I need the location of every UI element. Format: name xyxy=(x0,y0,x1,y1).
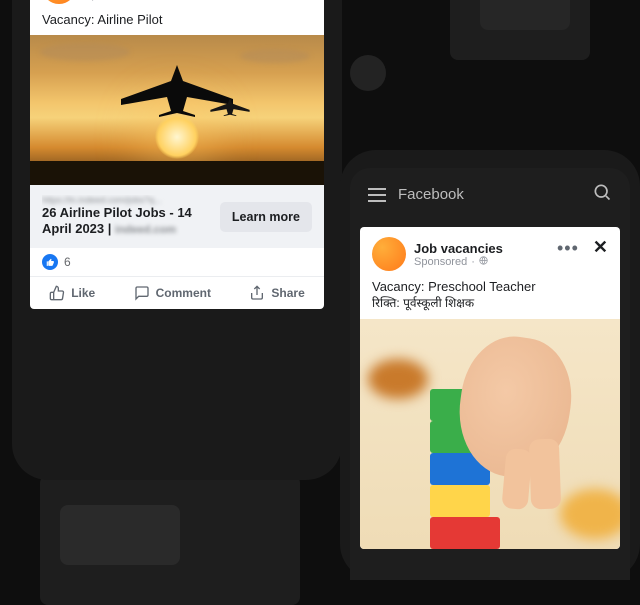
sponsored-label: Sponsored · xyxy=(414,256,503,268)
like-button[interactable]: Like xyxy=(49,285,95,301)
post-actions: Like Comment Share xyxy=(30,281,324,309)
globe-icon xyxy=(479,256,488,268)
link-url: https://in.indeed.com/jobs?q... xyxy=(42,195,210,205)
share-button[interactable]: Share xyxy=(249,285,304,301)
post-image[interactable] xyxy=(30,35,324,185)
building-block xyxy=(430,517,500,549)
like-reaction-icon xyxy=(42,254,58,270)
cta-button[interactable]: Learn more xyxy=(220,202,312,232)
link-preview[interactable]: https://in.indeed.com/jobs?q... 26 Airli… xyxy=(30,185,324,248)
post-image[interactable] xyxy=(360,319,620,549)
app-top-bar: Facebook xyxy=(350,168,630,217)
search-icon[interactable] xyxy=(592,182,612,207)
feed-post-card-2: Job vacancies Sponsored · ••• xyxy=(360,227,620,549)
building-block xyxy=(430,485,490,517)
reactions-row[interactable]: 6 xyxy=(30,248,324,272)
page-name[interactable]: Job vacancies xyxy=(414,241,503,256)
post-header: Job vacancies Sponsored · ••• xyxy=(372,237,608,271)
feed-post-card-1: Job vacancies Sponsored · ••• ✕ xyxy=(30,0,324,309)
post-header: Job vacancies Sponsored · ••• ✕ xyxy=(42,0,312,4)
page-avatar[interactable] xyxy=(372,237,406,271)
comment-button[interactable]: Comment xyxy=(134,285,211,301)
phone-mockup-2: Facebook Job vacancies Sponsored · xyxy=(340,150,640,580)
bg-shape xyxy=(60,505,180,565)
app-title: Facebook xyxy=(398,186,464,203)
phone-mockup-1: Job vacancies Sponsored · ••• ✕ xyxy=(12,0,342,480)
bg-shape xyxy=(480,0,570,30)
page-avatar[interactable] xyxy=(42,0,76,4)
hamburger-menu-icon[interactable] xyxy=(368,188,386,202)
bg-shape xyxy=(350,55,386,91)
post-text: Vacancy: Preschool Teacher रिक्ति: पूर्व… xyxy=(372,279,608,311)
sponsored-label: Sponsored · xyxy=(84,0,173,1)
post-text: Vacancy: Airline Pilot xyxy=(42,12,312,27)
globe-icon xyxy=(149,0,158,1)
close-icon[interactable]: ✕ xyxy=(593,237,608,258)
reaction-count: 6 xyxy=(64,255,71,269)
divider xyxy=(30,276,324,277)
airplane-icon xyxy=(209,95,251,118)
link-title: 26 Airline Pilot Jobs - 14 April 2023 | … xyxy=(42,205,210,238)
